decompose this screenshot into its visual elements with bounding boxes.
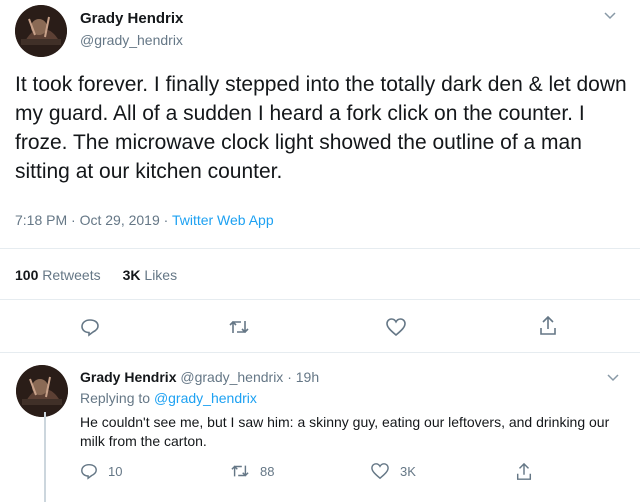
avatar-image	[15, 5, 67, 57]
reply-author-handle[interactable]: @grady_hendrix · 19h	[180, 369, 319, 385]
share-icon	[516, 462, 532, 480]
likes-count: 3K	[122, 267, 141, 283]
chevron-down-icon[interactable]	[606, 370, 620, 387]
reply-reply-button[interactable]: 10	[80, 462, 122, 480]
replying-to: Replying to @grady_hendrix	[80, 390, 257, 406]
share-icon[interactable]	[538, 315, 558, 337]
source-link[interactable]: Twitter Web App	[172, 212, 274, 228]
avatar-image	[16, 365, 68, 417]
reply-avatar[interactable]	[16, 365, 68, 417]
thread-line	[44, 412, 46, 502]
likes-label: Likes	[144, 267, 178, 283]
retweet-count: 88	[260, 463, 275, 479]
retweets-count: 100	[15, 267, 39, 283]
like-icon	[371, 463, 389, 480]
divider	[0, 299, 640, 300]
retweets-label: Retweets	[42, 267, 101, 283]
retweets-stat[interactable]: 100 Retweets	[15, 267, 101, 283]
replying-prefix: Replying to	[80, 390, 151, 406]
like-count: 3K	[400, 463, 416, 479]
chevron-down-icon[interactable]	[603, 8, 617, 25]
tweet-meta: 7:18 PM · Oct 29, 2019 · Twitter Web App	[15, 212, 274, 228]
avatar[interactable]	[15, 5, 67, 57]
tweet-text: It took forever. I finally stepped into …	[15, 73, 627, 183]
reply-count: 10	[108, 463, 123, 479]
replying-to-link[interactable]: @grady_hendrix	[154, 390, 257, 406]
retweet-icon	[231, 465, 249, 477]
reply-like-button[interactable]: 3K	[370, 462, 416, 480]
reply-author-name[interactable]: Grady Hendrix	[80, 369, 176, 385]
reply-icon[interactable]	[80, 317, 100, 337]
like-icon[interactable]	[385, 317, 407, 337]
reply-share-button[interactable]	[515, 462, 533, 482]
reply-text: He couldn't see me, but I saw him: a ski…	[80, 414, 610, 449]
divider	[0, 248, 640, 249]
divider	[0, 352, 640, 353]
reply-retweet-button[interactable]: 88	[230, 462, 274, 480]
reply-icon	[81, 463, 97, 480]
reply-header: Grady Hendrix @grady_hendrix · 19h	[80, 369, 319, 385]
tweet-stats: 100 Retweets 3K Likes	[15, 267, 177, 283]
author-handle[interactable]: @grady_hendrix	[80, 32, 183, 48]
likes-stat[interactable]: 3K Likes	[123, 267, 177, 283]
author-name[interactable]: Grady Hendrix	[80, 10, 183, 27]
timestamp[interactable]: 7:18 PM · Oct 29, 2019 ·	[15, 212, 172, 228]
retweet-icon[interactable]	[228, 317, 250, 337]
